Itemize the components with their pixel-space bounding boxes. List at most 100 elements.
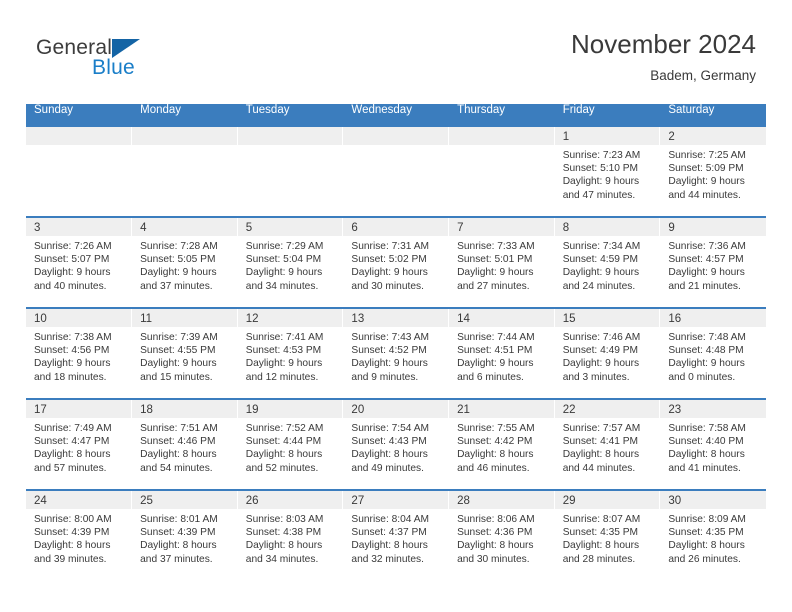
day-10[interactable]: 10 Sunrise: 7:38 AM Sunset: 4:56 PM Dayligh…	[26, 309, 132, 398]
day-1[interactable]: 1 Sunrise: 7:23 AM Sunset: 5:10 PM Daylight…	[554, 127, 660, 216]
day-detail-line: Sunset: 5:07 PM	[34, 254, 110, 266]
day-detail-line: Sunrise: 7:58 AM	[668, 423, 746, 434]
day-15[interactable]: 15 Sunrise: 7:46 AM Sunset: 4:49 PM Dayligh…	[554, 309, 660, 398]
weekday-header-tuesday: Tuesday	[237, 104, 344, 126]
calendar-day-cell[interactable]: 26 Sunrise: 8:03 AM Sunset: 4:38 PM Dayligh…	[237, 489, 344, 580]
day-detail-line: Sunrise: 7:31 AM	[351, 241, 430, 252]
calendar-day-cell[interactable]: 12 Sunrise: 7:41 AM Sunset: 4:53 PM Dayligh…	[237, 307, 344, 399]
day-number: 22	[554, 400, 660, 418]
calendar-day-cell[interactable]: 1 Sunrise: 7:23 AM Sunset: 5:10 PM Daylight…	[554, 125, 661, 217]
calendar-day-cell[interactable]	[448, 125, 555, 217]
calendar-day-cell[interactable]: 28 Sunrise: 8:06 AM Sunset: 4:36 PM Dayligh…	[448, 489, 555, 580]
day-14[interactable]: 14 Sunrise: 7:44 AM Sunset: 4:51 PM Dayligh…	[449, 309, 554, 398]
day-detail-line: Daylight: 9 hours	[351, 358, 428, 370]
calendar-day-cell[interactable]: 19 Sunrise: 7:52 AM Sunset: 4:44 PM Dayligh…	[237, 398, 344, 490]
day-7[interactable]: 7 Sunrise: 7:33 AM Sunset: 5:01 PM Daylight…	[449, 218, 554, 307]
calendar-day-cell[interactable]: 9 Sunrise: 7:36 AM Sunset: 4:57 PM Daylight…	[659, 216, 766, 308]
calendar-day-cell[interactable]	[131, 125, 238, 217]
calendar-day-cell[interactable]: 24 Sunrise: 8:00 AM Sunset: 4:39 PM Dayligh…	[26, 489, 133, 580]
calendar-day-cell[interactable]: 20 Sunrise: 7:54 AM Sunset: 4:43 PM Dayligh…	[342, 398, 450, 490]
day-8[interactable]: 8 Sunrise: 7:34 AM Sunset: 4:59 PM Daylight…	[554, 218, 660, 307]
calendar-week-row: 3 Sunrise: 7:26 AM Sunset: 5:07 PM Daylight…	[26, 216, 766, 308]
day-28[interactable]: 28 Sunrise: 8:06 AM Sunset: 4:36 PM Dayligh…	[449, 491, 554, 580]
calendar-day-cell[interactable]: 17 Sunrise: 7:49 AM Sunset: 4:47 PM Dayligh…	[26, 398, 133, 490]
day-detail-line: and 39 minutes.	[34, 553, 107, 565]
calendar-day-cell[interactable]: 5 Sunrise: 7:29 AM Sunset: 5:04 PM Daylight…	[237, 216, 344, 308]
day-details: Sunrise: 8:04 AM Sunset: 4:37 PM Daylight:…	[343, 509, 448, 566]
day-4[interactable]: 4 Sunrise: 7:28 AM Sunset: 5:05 PM Daylight…	[132, 218, 237, 307]
day-detail-line: Daylight: 9 hours	[668, 358, 745, 370]
day-22[interactable]: 22 Sunrise: 7:57 AM Sunset: 4:41 PM Dayligh…	[554, 400, 660, 489]
day-detail-line: Sunset: 5:05 PM	[140, 254, 216, 266]
day-27[interactable]: 27 Sunrise: 8:04 AM Sunset: 4:37 PM Dayligh…	[343, 491, 449, 580]
day-13[interactable]: 13 Sunrise: 7:43 AM Sunset: 4:52 PM Dayligh…	[343, 309, 449, 398]
day-detail-line: and 21 minutes.	[668, 280, 741, 292]
day-2[interactable]: 2 Sunrise: 7:25 AM Sunset: 5:09 PM Daylight…	[660, 127, 766, 216]
calendar-day-cell[interactable]: 29 Sunrise: 8:07 AM Sunset: 4:35 PM Dayligh…	[554, 489, 661, 580]
day-detail-line: and 54 minutes.	[140, 462, 213, 474]
day-detail-line: Sunrise: 7:54 AM	[351, 423, 430, 434]
calendar-day-cell[interactable]: 7 Sunrise: 7:33 AM Sunset: 5:01 PM Daylight…	[448, 216, 555, 308]
day-26[interactable]: 26 Sunrise: 8:03 AM Sunset: 4:38 PM Dayligh…	[237, 491, 343, 580]
day-detail-line: and 12 minutes.	[245, 371, 319, 383]
day-20[interactable]: 20 Sunrise: 7:54 AM Sunset: 4:43 PM Dayligh…	[343, 400, 449, 489]
day-19[interactable]: 19 Sunrise: 7:52 AM Sunset: 4:44 PM Dayligh…	[237, 400, 343, 489]
day-11[interactable]: 11 Sunrise: 7:39 AM Sunset: 4:55 PM Dayligh…	[132, 309, 237, 398]
calendar-day-cell[interactable]	[26, 125, 133, 217]
day-number: 10	[26, 309, 132, 327]
location-subtitle: Badem, Germany	[650, 68, 756, 83]
day-5[interactable]: 5 Sunrise: 7:29 AM Sunset: 5:04 PM Daylight…	[237, 218, 343, 307]
day-23[interactable]: 23 Sunrise: 7:58 AM Sunset: 4:40 PM Dayligh…	[660, 400, 766, 489]
calendar-day-cell[interactable]: 21 Sunrise: 7:55 AM Sunset: 4:42 PM Dayligh…	[448, 398, 555, 490]
calendar-day-cell[interactable]: 13 Sunrise: 7:43 AM Sunset: 4:52 PM Dayligh…	[342, 307, 450, 399]
calendar-day-cell[interactable]: 6 Sunrise: 7:31 AM Sunset: 5:02 PM Daylight…	[342, 216, 450, 308]
day-21[interactable]: 21 Sunrise: 7:55 AM Sunset: 4:42 PM Dayligh…	[449, 400, 554, 489]
calendar-day-cell[interactable]: 3 Sunrise: 7:26 AM Sunset: 5:07 PM Daylight…	[26, 216, 133, 308]
calendar-day-cell[interactable]: 22 Sunrise: 7:57 AM Sunset: 4:41 PM Dayligh…	[554, 398, 661, 490]
brand-logo[interactable]: General Blue	[36, 36, 216, 88]
day-detail-line: Sunset: 4:43 PM	[351, 436, 427, 448]
day-16[interactable]: 16 Sunrise: 7:48 AM Sunset: 4:48 PM Dayligh…	[660, 309, 766, 398]
day-details: Sunrise: 8:03 AM Sunset: 4:38 PM Daylight:…	[238, 509, 343, 566]
calendar-grid: Sunday Monday Tuesday Wednesday Thursday Frid…	[26, 104, 766, 580]
calendar-day-cell[interactable]	[342, 125, 450, 217]
day-9[interactable]: 9 Sunrise: 7:36 AM Sunset: 4:57 PM Daylight…	[660, 218, 766, 307]
day-number: 2	[660, 127, 766, 145]
day-detail-line: Sunrise: 7:29 AM	[245, 241, 324, 252]
day-number: 27	[343, 491, 449, 509]
day-details: Sunrise: 7:52 AM Sunset: 4:44 PM Daylight:…	[238, 418, 343, 475]
calendar-day-cell[interactable]: 4 Sunrise: 7:28 AM Sunset: 5:05 PM Daylight…	[131, 216, 238, 308]
day-details: Sunrise: 7:39 AM Sunset: 4:55 PM Daylight:…	[132, 327, 237, 384]
calendar-day-cell[interactable]: 30 Sunrise: 8:09 AM Sunset: 4:35 PM Dayligh…	[659, 489, 766, 580]
day-30[interactable]: 30 Sunrise: 8:09 AM Sunset: 4:35 PM Dayligh…	[660, 491, 766, 580]
calendar-day-cell[interactable]: 15 Sunrise: 7:46 AM Sunset: 4:49 PM Dayligh…	[554, 307, 661, 399]
day-24[interactable]: 24 Sunrise: 8:00 AM Sunset: 4:39 PM Dayligh…	[26, 491, 132, 580]
day-detail-line: Daylight: 8 hours	[668, 540, 745, 552]
day-detail-line: Sunset: 4:53 PM	[245, 345, 322, 357]
day-29[interactable]: 29 Sunrise: 8:07 AM Sunset: 4:35 PM Dayligh…	[554, 491, 660, 580]
calendar-day-cell[interactable]: 8 Sunrise: 7:34 AM Sunset: 4:59 PM Daylight…	[554, 216, 661, 308]
calendar-day-cell[interactable]: 14 Sunrise: 7:44 AM Sunset: 4:51 PM Dayligh…	[448, 307, 555, 399]
day-6[interactable]: 6 Sunrise: 7:31 AM Sunset: 5:02 PM Daylight…	[343, 218, 449, 307]
day-18[interactable]: 18 Sunrise: 7:51 AM Sunset: 4:46 PM Dayligh…	[132, 400, 237, 489]
calendar-day-cell[interactable]: 11 Sunrise: 7:39 AM Sunset: 4:55 PM Dayligh…	[131, 307, 238, 399]
day-detail-line: and 30 minutes.	[351, 280, 424, 292]
calendar-day-cell[interactable]: 16 Sunrise: 7:48 AM Sunset: 4:48 PM Dayligh…	[659, 307, 766, 399]
calendar-day-cell[interactable]: 10 Sunrise: 7:38 AM Sunset: 4:56 PM Dayligh…	[26, 307, 133, 399]
day-details: Sunrise: 7:46 AM Sunset: 4:49 PM Daylight:…	[555, 327, 660, 384]
calendar-day-cell[interactable]: 23 Sunrise: 7:58 AM Sunset: 4:40 PM Dayligh…	[659, 398, 766, 490]
day-detail-line: and 9 minutes.	[351, 371, 419, 383]
calendar-day-cell[interactable]: 2 Sunrise: 7:25 AM Sunset: 5:09 PM Daylight…	[659, 125, 766, 217]
day-3[interactable]: 3 Sunrise: 7:26 AM Sunset: 5:07 PM Daylight…	[26, 218, 132, 307]
day-number: 24	[26, 491, 132, 509]
calendar-week-row: 1 Sunrise: 7:23 AM Sunset: 5:10 PM Daylight…	[26, 125, 766, 217]
calendar-day-cell[interactable]	[237, 125, 344, 217]
calendar-day-cell[interactable]: 18 Sunrise: 7:51 AM Sunset: 4:46 PM Dayligh…	[131, 398, 238, 490]
calendar-day-cell[interactable]: 27 Sunrise: 8:04 AM Sunset: 4:37 PM Dayligh…	[342, 489, 450, 580]
day-12[interactable]: 12 Sunrise: 7:41 AM Sunset: 4:53 PM Dayligh…	[237, 309, 343, 398]
day-detail-line: and 37 minutes.	[140, 553, 213, 565]
calendar-day-cell[interactable]: 25 Sunrise: 8:01 AM Sunset: 4:39 PM Dayligh…	[131, 489, 238, 580]
weekday-header-sunday: Sunday	[26, 104, 133, 126]
day-25[interactable]: 25 Sunrise: 8:01 AM Sunset: 4:39 PM Dayligh…	[132, 491, 237, 580]
day-17[interactable]: 17 Sunrise: 7:49 AM Sunset: 4:47 PM Dayligh…	[26, 400, 132, 489]
